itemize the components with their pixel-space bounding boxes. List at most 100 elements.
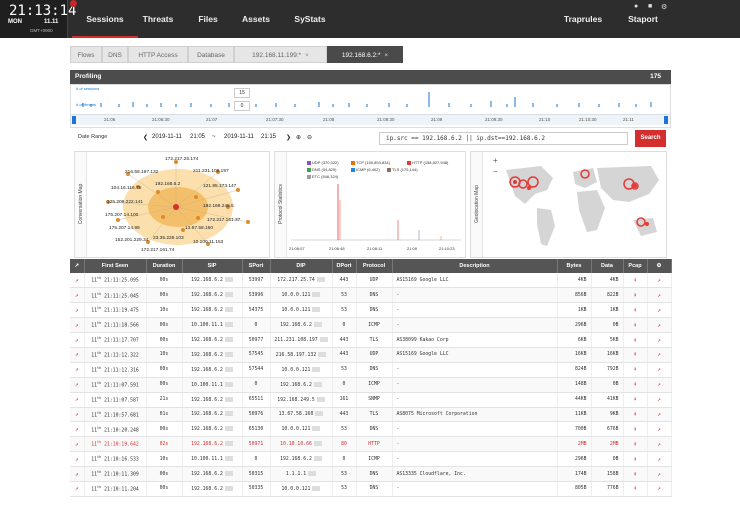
dip-cell[interactable]: 10.0.0.121	[270, 302, 333, 319]
dip-cell[interactable]: 216.58.197.132	[270, 347, 333, 363]
download-icon[interactable]: ⬇	[623, 273, 648, 289]
expand-row-icon[interactable]: ↗	[70, 407, 85, 423]
open-external-icon[interactable]: ↗	[647, 347, 672, 363]
table-row[interactable]: ↗ 11th 21:11:07.587 21s 192.168.6.2 65511 192…	[70, 392, 672, 408]
time-from[interactable]: 21:05	[190, 134, 205, 140]
download-icon[interactable]: ⬇	[623, 421, 648, 438]
sip-cell[interactable]: 192.168.6.2	[182, 421, 243, 438]
expand-row-icon[interactable]: ↗	[70, 436, 85, 453]
open-external-icon[interactable]: ↗	[647, 436, 672, 453]
sip-cell[interactable]: 192.168.6.2	[182, 332, 243, 348]
download-icon[interactable]: ⬇	[623, 407, 648, 423]
sip-cell[interactable]: 10.100.11.1	[182, 317, 243, 334]
table-row[interactable]: ↗ 11th 21:11:12.322 10s 192.168.6.2 57545 216…	[70, 347, 672, 363]
dip-cell[interactable]: 1.1.1.1	[270, 466, 333, 482]
expand-row-icon[interactable]: ↗	[70, 332, 85, 348]
sip-cell[interactable]: 192.168.6.2	[182, 436, 243, 453]
open-external-icon[interactable]: ↗	[647, 273, 672, 289]
lock-icon[interactable]: ■	[648, 3, 652, 10]
sip-cell[interactable]: 10.100.11.1	[182, 451, 243, 468]
gear-icon[interactable]: ⚙	[661, 3, 667, 11]
col-description[interactable]: Description	[392, 259, 558, 273]
close-icon[interactable]: ×	[305, 52, 309, 59]
close-icon[interactable]: ×	[384, 52, 388, 59]
tab-192-168-11-199[interactable]: 192.168.11.199:* ×	[234, 46, 327, 63]
table-row[interactable]: ↗ 11th 21:11:17.707 00s 192.168.6.2 50977 211…	[70, 332, 672, 348]
download-icon[interactable]: ⬇	[623, 451, 648, 468]
col-pcap[interactable]: Pcap	[623, 259, 648, 273]
download-icon[interactable]: ⬇	[623, 332, 648, 348]
sip-cell[interactable]: 10.100.11.1	[182, 377, 243, 393]
tab-flows[interactable]: Flows	[70, 46, 102, 63]
sip-cell[interactable]: 192.168.6.2	[182, 481, 243, 497]
open-external-icon[interactable]: ↗	[647, 332, 672, 348]
zoom-in-icon[interactable]: +	[493, 156, 498, 165]
tab-dns[interactable]: DNS	[102, 46, 128, 63]
dip-cell[interactable]: 10.0.0.121	[270, 481, 333, 497]
search-button[interactable]: Search	[635, 130, 666, 147]
tab-http-access[interactable]: HTTP Access	[128, 46, 188, 63]
open-external-icon[interactable]: ↗	[647, 302, 672, 319]
table-row[interactable]: ↗ 11th 21:11:25.095 00s 192.168.6.2 53997 172…	[70, 273, 672, 289]
open-external-icon[interactable]: ↗	[647, 421, 672, 438]
dip-cell[interactable]: 192.168.249.5	[270, 392, 333, 408]
tab-192-168-6-2[interactable]: 192.168.6.2:* ×	[327, 46, 403, 63]
expand-row-icon[interactable]: ↗	[70, 273, 85, 289]
table-row[interactable]: ↗ 11th 21:11:18.566 00s 10.100.11.1 0 192.168…	[70, 317, 672, 334]
sip-cell[interactable]: 192.168.6.2	[182, 362, 243, 378]
expand-icon[interactable]: ↗	[70, 259, 85, 273]
table-row[interactable]: ↗ 11th 21:10:57.681 01s 192.168.6.2 50976 13.…	[70, 407, 672, 423]
open-external-icon[interactable]: ↗	[647, 377, 672, 393]
download-icon[interactable]: ⬇	[623, 481, 648, 497]
dip-cell[interactable]: 172.217.25.74	[270, 273, 333, 289]
table-row[interactable]: ↗ 11th 21:11:19.475 10s 192.168.6.2 54375 10.…	[70, 302, 672, 319]
col-sip[interactable]: SIP	[182, 259, 243, 273]
range-handle-right[interactable]	[664, 116, 668, 124]
nav-assets[interactable]: Assets	[236, 0, 276, 38]
dip-cell[interactable]: 211.231.108.197	[270, 332, 333, 348]
expand-row-icon[interactable]: ↗	[70, 302, 85, 319]
settings-icon[interactable]: ⚙	[647, 259, 672, 273]
table-row[interactable]: ↗ 11th 21:10:16.533 10s 10.100.11.1 0 192.168…	[70, 451, 672, 468]
user-icon[interactable]: ●	[634, 3, 638, 10]
nav-staport[interactable]: Staport	[620, 0, 666, 38]
download-icon[interactable]: ⬇	[623, 466, 648, 482]
col-bytes[interactable]: Bytes	[557, 259, 592, 273]
nav-systats[interactable]: SyStats	[288, 0, 332, 38]
profiling-timeline[interactable]: # of sessions # of threats 15 0 21:06 21…	[70, 84, 671, 128]
date-to[interactable]: 2019-11-11	[224, 134, 254, 140]
table-row[interactable]: ↗ 11th 21:11:25.045 00s 192.168.6.2 53996 10.…	[70, 287, 672, 304]
dip-cell[interactable]: 10.0.0.121	[270, 421, 333, 438]
query-input[interactable]: ip.src == 192.168.6.2 || ip.dst==192.168…	[379, 132, 628, 145]
prev-icon[interactable]: ❮	[143, 134, 148, 141]
table-row[interactable]: ↗ 11th 21:10:20.248 00s 192.168.6.2 65130 10.…	[70, 421, 672, 438]
open-external-icon[interactable]: ↗	[647, 407, 672, 423]
sip-cell[interactable]: 192.168.6.2	[182, 347, 243, 363]
expand-row-icon[interactable]: ↗	[70, 421, 85, 438]
open-external-icon[interactable]: ↗	[647, 466, 672, 482]
expand-row-icon[interactable]: ↗	[70, 451, 85, 468]
sip-cell[interactable]: 192.168.6.2	[182, 287, 243, 304]
dip-cell[interactable]: 192.168.6.2	[270, 377, 333, 393]
col-data[interactable]: Data	[591, 259, 624, 273]
download-icon[interactable]: ⬇	[623, 436, 648, 453]
next-icon[interactable]: ❯	[286, 134, 291, 141]
table-row[interactable]: ↗ 11th 21:10:11.204 00s 192.168.6.2 50335 10.…	[70, 481, 672, 497]
table-row[interactable]: ↗ 11th 21:10:19.642 02s 192.168.6.2 50971 10.…	[70, 436, 672, 453]
open-external-icon[interactable]: ↗	[647, 287, 672, 304]
expand-row-icon[interactable]: ↗	[70, 287, 85, 304]
expand-row-icon[interactable]: ↗	[70, 317, 85, 334]
dip-cell[interactable]: 10.10.10.66	[270, 436, 333, 453]
download-icon[interactable]: ⬇	[623, 362, 648, 378]
sip-cell[interactable]: 192.168.6.2	[182, 407, 243, 423]
download-icon[interactable]: ⬇	[623, 317, 648, 334]
open-external-icon[interactable]: ↗	[647, 362, 672, 378]
download-icon[interactable]: ⬇	[623, 377, 648, 393]
protocol-chart[interactable]	[291, 180, 463, 244]
nav-files[interactable]: Files	[190, 0, 226, 38]
table-row[interactable]: ↗ 11th 21:11:12.316 00s 192.168.6.2 57544 10.…	[70, 362, 672, 378]
expand-row-icon[interactable]: ↗	[70, 481, 85, 497]
col-duration[interactable]: Duration	[146, 259, 183, 273]
dip-cell[interactable]: 10.0.0.121	[270, 287, 333, 304]
nav-sessions[interactable]: Sessions	[72, 0, 138, 38]
